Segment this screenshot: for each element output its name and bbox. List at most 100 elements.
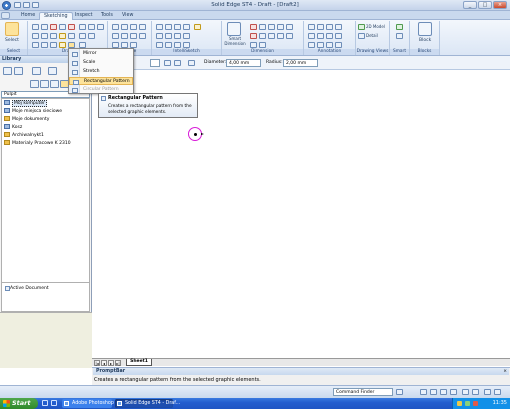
- last-sheet-button[interactable]: ▸|: [115, 360, 121, 366]
- leader-icon[interactable]: [326, 24, 333, 30]
- symmetric-diameter-icon[interactable]: [277, 24, 284, 30]
- chamfer-icon[interactable]: [50, 42, 57, 48]
- connect-relation-icon[interactable]: [112, 24, 119, 30]
- taskbar-button-photoshop[interactable]: Adobe Photoshop: [62, 399, 114, 408]
- maximize-button[interactable]: □: [478, 1, 492, 9]
- tree-item-recycle-bin[interactable]: Kosz: [4, 124, 22, 131]
- rotate-icon[interactable]: [79, 24, 86, 30]
- previous-sheet-button[interactable]: ◂: [101, 360, 107, 366]
- dimension-axis-icon[interactable]: [250, 42, 257, 48]
- update-dimension-icon[interactable]: [259, 42, 266, 48]
- zoom-icon[interactable]: [430, 389, 437, 395]
- taskbar-button-solid-edge[interactable]: Solid Edge ST4 - Draf...: [115, 399, 180, 408]
- arc-icon[interactable]: [50, 24, 57, 30]
- library-up-folder-icon[interactable]: [3, 67, 12, 75]
- feature-control-frame-icon[interactable]: [326, 33, 333, 39]
- equal-relation-icon[interactable]: [130, 33, 137, 39]
- intellisketch-intersection-icon[interactable]: [165, 33, 172, 39]
- datum-frame-icon[interactable]: [335, 33, 342, 39]
- zoom-area-icon[interactable]: [420, 389, 427, 395]
- radius-field[interactable]: 2,00 mm: [283, 59, 318, 67]
- smart-sketch-icon[interactable]: [396, 24, 403, 30]
- surface-texture-icon[interactable]: [335, 24, 342, 30]
- dimension-style-icon[interactable]: [286, 33, 293, 39]
- fit-icon[interactable]: [440, 389, 447, 395]
- application-menu-button[interactable]: [1, 12, 10, 19]
- pan-icon[interactable]: [450, 389, 457, 395]
- library-forward-icon[interactable]: [40, 80, 49, 88]
- curve-icon[interactable]: [59, 24, 66, 30]
- tab-home[interactable]: Home: [17, 12, 39, 20]
- intellisketch-horizontal-icon[interactable]: [174, 33, 181, 39]
- intellisketch-endpoint-icon[interactable]: [165, 24, 172, 30]
- coordinate-dimension-icon[interactable]: [268, 24, 275, 30]
- tree-item-my-documents[interactable]: Moje dokumenty: [4, 116, 49, 123]
- intellisketch-center-icon[interactable]: [183, 24, 190, 30]
- intellisketch-grid-icon[interactable]: [174, 42, 181, 48]
- tab-sketching[interactable]: Sketching: [39, 12, 73, 20]
- intellisketch-option-icon[interactable]: [156, 24, 163, 30]
- block-icon[interactable]: [418, 22, 432, 36]
- intellisketch-tangent-icon[interactable]: [156, 33, 163, 39]
- status-settings-icon[interactable]: [494, 389, 501, 395]
- fill-icon[interactable]: [68, 24, 75, 30]
- point-icon[interactable]: [41, 24, 48, 30]
- menu-item-mirror[interactable]: Mirror: [69, 50, 133, 58]
- symmetric-relation-icon[interactable]: [139, 33, 146, 39]
- sheet-tab[interactable]: Sheet1: [126, 359, 152, 366]
- split-icon[interactable]: [88, 24, 95, 30]
- concentric-relation-icon[interactable]: [112, 33, 119, 39]
- library-favorites-icon[interactable]: [50, 80, 59, 88]
- center-mark-icon[interactable]: [308, 42, 315, 48]
- style-icon[interactable]: [174, 60, 181, 66]
- command-finder-search-icon[interactable]: [396, 389, 403, 395]
- connect-icon[interactable]: [79, 33, 86, 39]
- retrieve-dimensions-icon[interactable]: [259, 33, 266, 39]
- tray-icon[interactable]: [473, 401, 478, 406]
- library-back-icon[interactable]: [30, 80, 39, 88]
- ellipse-icon[interactable]: [50, 33, 57, 39]
- angular-coordinate-icon[interactable]: [250, 33, 257, 39]
- detail-icon[interactable]: [358, 33, 365, 39]
- polygon-icon[interactable]: [41, 42, 48, 48]
- smart-dimension-icon[interactable]: [227, 22, 241, 36]
- attach-dimension-icon[interactable]: [268, 33, 275, 39]
- prompt-close-icon[interactable]: ×: [503, 369, 507, 374]
- library-new-folder-icon[interactable]: [14, 67, 23, 75]
- parallel-relation-icon[interactable]: [130, 24, 137, 30]
- lightbulb-icon[interactable]: [194, 24, 201, 30]
- extend-icon[interactable]: [97, 24, 104, 30]
- intellisketch-midpoint-icon[interactable]: [174, 24, 181, 30]
- tree-item-my-computer[interactable]: Mój komputer: [4, 100, 47, 107]
- command-finder-field[interactable]: Command Finder: [333, 388, 393, 396]
- quick-launch-icon[interactable]: [42, 400, 48, 406]
- 2d-model-label[interactable]: 2D Model: [366, 24, 385, 29]
- active-document-label[interactable]: Active Document: [10, 286, 49, 291]
- intellisketch-alignment-icon[interactable]: [183, 42, 190, 48]
- intersection-icon[interactable]: [88, 33, 95, 39]
- relation-handle-icon[interactable]: [164, 60, 171, 66]
- balloon-icon[interactable]: [317, 24, 324, 30]
- select-arrow-icon[interactable]: [5, 22, 19, 36]
- bolt-hole-circle-icon[interactable]: [326, 42, 333, 48]
- library-views-icon[interactable]: [48, 67, 57, 75]
- menu-item-scale[interactable]: Scale: [69, 59, 133, 67]
- rectangle-icon[interactable]: [32, 33, 39, 39]
- menu-item-rectangular-pattern[interactable]: Rectangular Pattern: [69, 77, 133, 85]
- tree-item-archive[interactable]: Archiwalnykt1: [4, 132, 44, 139]
- circle-icon[interactable]: [41, 33, 48, 39]
- trim-icon[interactable]: [59, 33, 66, 39]
- diameter-field[interactable]: 4,00 mm: [226, 59, 261, 67]
- detail-label[interactable]: Detail: [366, 33, 378, 38]
- edge-condition-icon[interactable]: [317, 33, 324, 39]
- weld-symbol-icon[interactable]: [308, 33, 315, 39]
- options-dropdown[interactable]: [150, 59, 160, 67]
- next-sheet-button[interactable]: ▸: [108, 360, 114, 366]
- line-icon[interactable]: [32, 24, 39, 30]
- intellisketch-parallel-icon[interactable]: [183, 33, 190, 39]
- tab-view[interactable]: View: [118, 12, 137, 20]
- tab-tools[interactable]: Tools: [97, 12, 117, 20]
- smart-select-icon[interactable]: [396, 33, 403, 39]
- layers-icon[interactable]: [484, 389, 491, 395]
- angle-between-icon[interactable]: [259, 24, 266, 30]
